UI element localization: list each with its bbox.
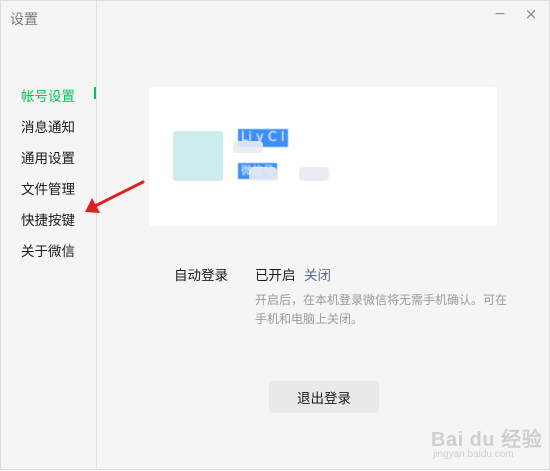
auto-login-off-link[interactable]: 关闭	[304, 264, 331, 284]
close-button[interactable]: ×	[522, 5, 540, 23]
avatar	[173, 131, 223, 181]
baidu-watermark: Bai du 经验 jingyan.baidu.com	[431, 423, 543, 467]
minimize-button[interactable]: −	[491, 5, 509, 23]
sidebar-item-file-management[interactable]: 文件管理	[21, 178, 75, 198]
auto-login-description: 开启后，在本机登录微信将无需手机确认。可在手机和电脑上关闭。	[255, 293, 508, 326]
logout-button[interactable]: 退出登录	[269, 381, 379, 413]
watermark-main: Bai du 经验	[431, 429, 543, 451]
settings-sidebar: 帐号设置 消息通知 通用设置 文件管理 快捷按键 关于微信	[1, 1, 97, 469]
blur-mosaic	[249, 167, 277, 181]
active-tab-indicator	[94, 87, 96, 99]
auto-login-label: 自动登录	[174, 268, 228, 284]
auto-login-status: 已开启	[255, 268, 296, 284]
account-card: Li y C l 微信号	[149, 87, 497, 226]
settings-window: 设置 − × 帐号设置 消息通知 通用设置 文件管理 快捷按键 关于微信 Li …	[0, 0, 550, 470]
sidebar-item-about[interactable]: 关于微信	[21, 240, 75, 260]
blur-mosaic	[233, 141, 263, 153]
sidebar-item-general-settings[interactable]: 通用设置	[21, 147, 75, 167]
watermark-sub: jingyan.baidu.com	[433, 449, 514, 460]
sidebar-item-account-settings[interactable]: 帐号设置	[21, 85, 75, 105]
blur-mosaic	[299, 167, 329, 181]
sidebar-item-shortcuts[interactable]: 快捷按键	[21, 209, 75, 229]
sidebar-item-notifications[interactable]: 消息通知	[21, 116, 75, 136]
